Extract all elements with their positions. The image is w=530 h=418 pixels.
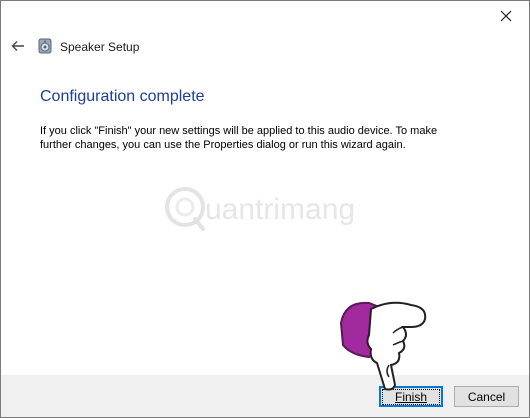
wizard-footer: Finish Cancel bbox=[1, 375, 529, 417]
description-text: If you click "Finish" your new settings … bbox=[40, 125, 438, 151]
back-button[interactable] bbox=[7, 35, 29, 57]
back-arrow-icon bbox=[11, 41, 24, 51]
cancel-button[interactable]: Cancel bbox=[454, 386, 519, 407]
quantrimang-watermark-logo: uantrimang bbox=[165, 187, 355, 231]
window-title: Speaker Setup bbox=[60, 40, 140, 54]
watermark-text: uantrimang bbox=[205, 193, 355, 226]
close-icon bbox=[500, 10, 512, 22]
wizard-header: Speaker Setup bbox=[1, 31, 529, 61]
pointing-hand-cursor-icon bbox=[339, 301, 427, 391]
page-heading: Configuration complete bbox=[40, 88, 205, 105]
close-button[interactable] bbox=[483, 1, 529, 31]
speaker-setup-icon bbox=[38, 38, 52, 54]
speaker-setup-window: Speaker Setup Configuration complete If … bbox=[0, 0, 530, 418]
cancel-label: Cancel bbox=[467, 389, 506, 404]
